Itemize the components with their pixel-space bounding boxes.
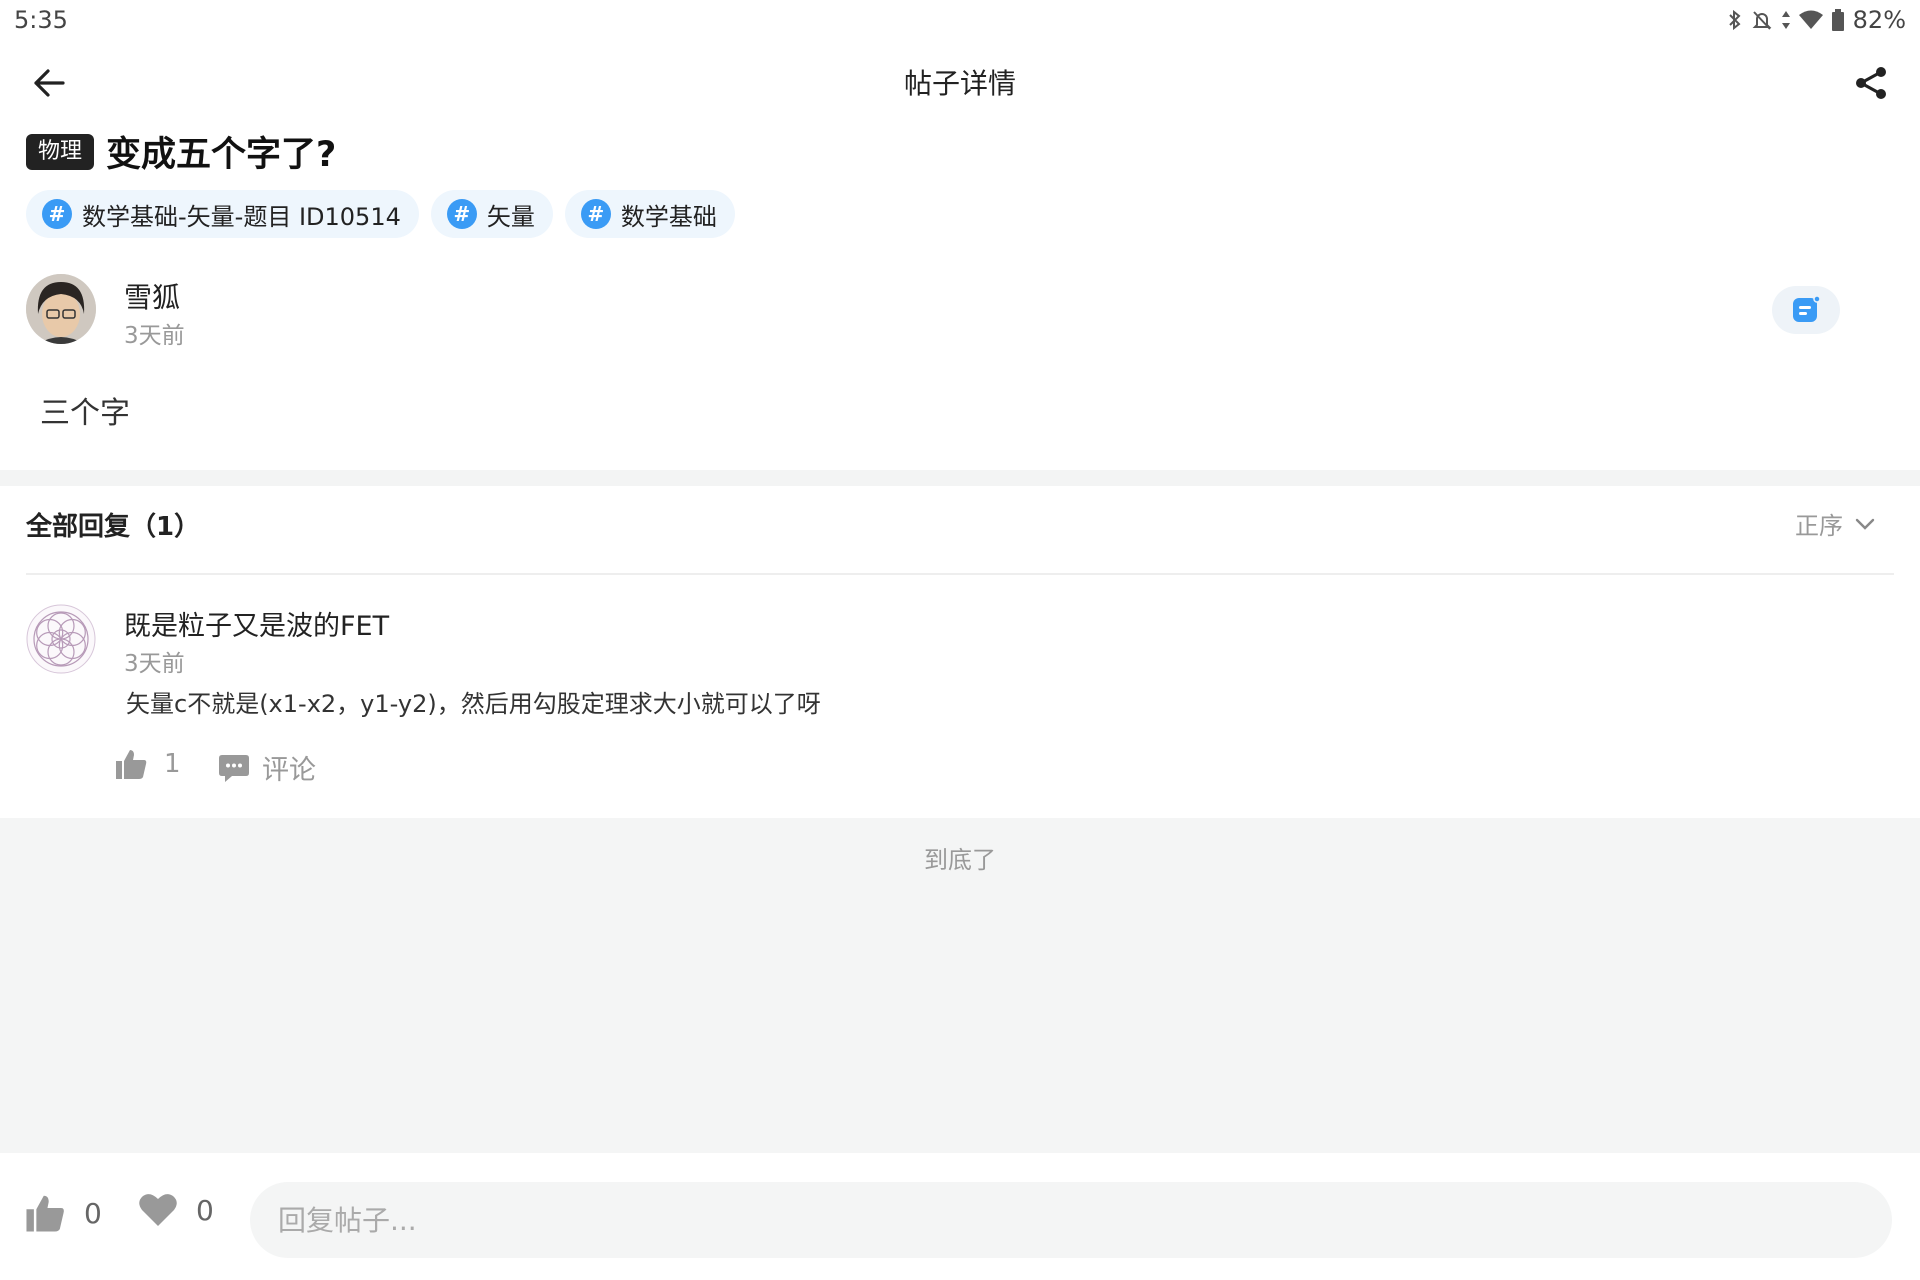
chevron-down-icon [1855,518,1875,530]
share-button[interactable] [1848,60,1894,106]
author-name[interactable]: 雪狐 [124,276,180,316]
reply-avatar[interactable] [26,604,96,674]
notes-button[interactable] [1772,286,1840,334]
post-title: 变成五个字了? [106,135,337,175]
note-icon [1793,295,1821,322]
reply-time: 3天前 [124,651,185,677]
wifi-icon [1798,10,1823,29]
sort-dropdown[interactable]: 正序 [1795,506,1875,541]
data-arrows-icon [1781,11,1790,29]
flower-avatar-icon [26,604,96,674]
topic-tag[interactable]: # 数学基础-矢量-题目 ID10514 [26,190,419,238]
avatar-photo-icon [26,274,96,344]
hash-icon: # [446,199,477,229]
post-time: 3天前 [124,323,185,349]
subject-badge: 物理 [26,133,95,170]
status-time: 5:35 [14,6,68,34]
hash-icon: # [42,199,72,229]
post-favorite-count: 0 [196,1193,214,1227]
share-icon [1856,67,1886,99]
replies-title: 全部回复（1） [26,512,201,542]
reply-comment-button[interactable]: 评论 [218,748,316,787]
mute-icon [1752,11,1772,30]
comment-bubble-icon [219,754,249,782]
status-icons: 82% [1727,6,1906,34]
reply-author-name[interactable]: 既是粒子又是波的FET [124,604,389,643]
sort-label: 正序 [1795,512,1843,540]
author-avatar[interactable] [26,274,96,344]
topic-tag[interactable]: # 矢量 [430,190,553,238]
post-like-button[interactable]: 0 [24,1192,102,1234]
bluetooth-icon [1728,9,1741,31]
heart-icon [139,1194,177,1226]
post-title-row: 物理 变成五个字了? [26,126,336,177]
section-divider [0,470,1920,486]
topic-tag[interactable]: # 数学基础 [564,190,735,238]
tag-label: 矢量 [486,202,535,231]
battery-icon [1831,9,1844,31]
divider [26,573,1894,575]
thumbs-up-icon [26,1195,64,1232]
reply-like-count: 1 [164,749,181,779]
comment-label: 评论 [262,755,316,786]
reply-like-button[interactable]: 1 [114,748,181,780]
reply-text: 矢量c不就是(x1-x2，y1-y2)，然后用勾股定理求大小就可以了呀 [126,690,821,718]
thumbs-up-icon [116,750,147,779]
post-favorite-button[interactable]: 0 [138,1192,214,1228]
page-title: 帖子详情 [903,67,1016,100]
battery-percent: 82% [1852,6,1906,34]
post-body: 三个字 [40,396,130,431]
tag-list: # 数学基础-矢量-题目 ID10514 # 矢量 # 数学基础 [26,190,735,238]
reply-input[interactable] [250,1182,1892,1258]
end-of-list-text: 到底了 [924,846,996,874]
tag-label: 数学基础-矢量-题目 ID10514 [82,202,401,231]
post-like-count: 0 [84,1196,102,1230]
hash-icon: # [580,199,611,229]
tag-label: 数学基础 [620,202,717,231]
